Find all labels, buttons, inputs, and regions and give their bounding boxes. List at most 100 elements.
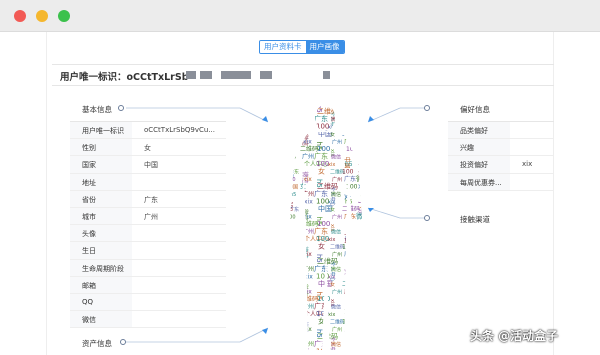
- word-cloud-term: 女: [288, 296, 293, 303]
- word-cloud-term: h5: [290, 305, 296, 311]
- table-row: 微信: [70, 311, 226, 329]
- word-cloud-term: 100: [286, 290, 296, 296]
- word-cloud-term: 广东: [344, 325, 356, 333]
- word-cloud-term: 微信: [331, 154, 341, 161]
- word-cloud-term: 广东: [344, 288, 356, 296]
- word-cloud-term: 女: [288, 221, 293, 228]
- word-cloud-term: 广东: [289, 244, 299, 251]
- word-cloud-term: 广东: [289, 206, 299, 213]
- word-cloud-term: 广州: [357, 277, 366, 291]
- word-cloud-term: 二维码: [287, 314, 294, 329]
- word-cloud-term: xix: [359, 318, 369, 326]
- word-cloud-term: 女: [330, 131, 335, 138]
- table-row: 生日: [70, 242, 226, 260]
- word-cloud-term: 女: [318, 242, 325, 251]
- word-cloud-term: 100: [346, 296, 358, 303]
- word-cloud-term: 广州: [302, 115, 314, 123]
- table-row: 地址: [70, 174, 226, 191]
- word-cloud-term: 二维码: [360, 264, 370, 273]
- word-cloud-term: xix: [303, 326, 312, 333]
- word-cloud-term: h5: [345, 124, 353, 131]
- preference-info-table: 品类偏好 兴趣 投资偏好 xix 每周优惠券...: [448, 121, 554, 191]
- word-cloud-term: 100: [287, 277, 293, 287]
- word-cloud-term: 二维码: [342, 130, 360, 138]
- word-cloud-term: 女: [300, 108, 306, 116]
- word-cloud-term: h5: [290, 230, 296, 236]
- word-cloud-term: xix: [304, 349, 313, 355]
- asset-info-title: 资产信息: [82, 339, 112, 348]
- word-cloud-term: 广东: [344, 138, 356, 146]
- word-cloud-term: 广州: [302, 265, 314, 273]
- word-cloud-term: 100: [346, 259, 358, 266]
- table-row: 用户唯一标识 oCCtTxLrSbQ9vCu...: [70, 122, 226, 140]
- word-cloud-term: 100: [286, 177, 296, 183]
- word-cloud-term: 女: [343, 344, 351, 350]
- word-cloud-term: 广州: [357, 127, 366, 141]
- word-cloud-term: 微信: [356, 137, 370, 146]
- table-row: 每周优惠券...: [448, 174, 554, 191]
- word-cloud-term: 广州: [302, 303, 314, 311]
- word-cloud-term: 广州: [357, 239, 366, 253]
- word-cloud-term: xix: [303, 214, 312, 221]
- word-cloud-term: 100: [342, 244, 354, 251]
- word-cloud-term: h5: [290, 267, 296, 273]
- word-cloud-term: 100: [286, 215, 296, 221]
- word-cloud-term: h5: [345, 199, 353, 206]
- table-row: 投资偏好 xix: [448, 156, 554, 174]
- word-cloud-term: 广州: [357, 352, 366, 355]
- basic-info-node-icon: [118, 105, 124, 111]
- word-cloud-term: xix: [303, 251, 312, 258]
- word-cloud-term: 二维码: [360, 339, 370, 348]
- app-window: 用户资料卡 用户画像 用户唯一标识：oCCtTxLrSb 基本信息 偏好信息 接…: [0, 0, 600, 355]
- word-cloud-term: xix: [328, 237, 335, 243]
- word-cloud-term: xix: [328, 312, 335, 318]
- word-cloud-term: 广州: [332, 139, 342, 146]
- word-cloud-term: 微信: [356, 324, 370, 333]
- word-cloud-term: 100: [346, 184, 358, 191]
- word-cloud-term: 100: [346, 146, 358, 153]
- word-cloud-term: 100: [316, 348, 329, 355]
- word-cloud-term: 100: [286, 327, 296, 333]
- word-cloud-term: 中国: [288, 109, 298, 116]
- word-cloud-term: 广州: [302, 228, 314, 236]
- word-cloud-term: h5: [345, 311, 353, 318]
- word-cloud-term: 女: [300, 183, 306, 191]
- word-cloud-term: h5: [290, 192, 296, 198]
- word-cloud-term: xix: [304, 124, 313, 131]
- word-cloud-term: 100: [346, 334, 358, 341]
- word-cloud-term: 100: [346, 221, 358, 228]
- table-row: 生命周期阶段: [70, 260, 226, 277]
- word-cloud-term: 微信: [356, 249, 370, 258]
- word-cloud-term: 微信: [331, 116, 341, 123]
- word-cloud-term: 女: [330, 206, 335, 213]
- word-cloud-term: 微信: [331, 266, 341, 273]
- word-cloud-term: 100: [346, 109, 358, 116]
- word-cloud-term: 广东: [289, 131, 299, 138]
- word-cloud-term: 100: [286, 140, 296, 146]
- word-cloud-term: xix: [359, 243, 369, 251]
- word-cloud-term: 广州: [302, 340, 314, 348]
- word-cloud-term: xix: [304, 274, 313, 281]
- word-cloud-term: 广州: [302, 153, 314, 161]
- word-cloud-term: 广东: [344, 250, 356, 258]
- word-cloud-term: 女: [288, 146, 293, 153]
- user-portrait-word-cloud: 100 xix h5 广州 广东 微信中国女二维码个人中心 100 xixh5 广州 广东 微信女二…: [286, 101, 370, 355]
- preference-info-node-icon: [424, 105, 430, 111]
- word-cloud-term: xix: [358, 258, 368, 266]
- word-cloud-term: 广州: [332, 101, 342, 108]
- word-cloud-term: 100: [286, 102, 296, 108]
- word-cloud-term: 二维码: [287, 239, 294, 254]
- word-cloud-term: xix: [358, 295, 368, 303]
- word-cloud-term: 中国: [288, 259, 298, 266]
- word-cloud-term: h5: [290, 155, 296, 161]
- table-row: 头像: [70, 225, 226, 243]
- word-cloud-term: xix: [303, 289, 312, 296]
- word-cloud-term: h5: [345, 349, 353, 355]
- basic-info-table: 用户唯一标识 oCCtTxLrSbQ9vCu... 性别女 国家 中国 地址 省份广…: [70, 121, 226, 329]
- channel-title: 接触渠道: [460, 215, 490, 224]
- table-row: QQ: [70, 294, 226, 312]
- word-cloud-term: 广东: [289, 169, 299, 176]
- table-row: 品类偏好: [448, 122, 554, 140]
- word-cloud-term: h5: [290, 117, 296, 123]
- preference-info-title: 偏好信息: [460, 105, 490, 114]
